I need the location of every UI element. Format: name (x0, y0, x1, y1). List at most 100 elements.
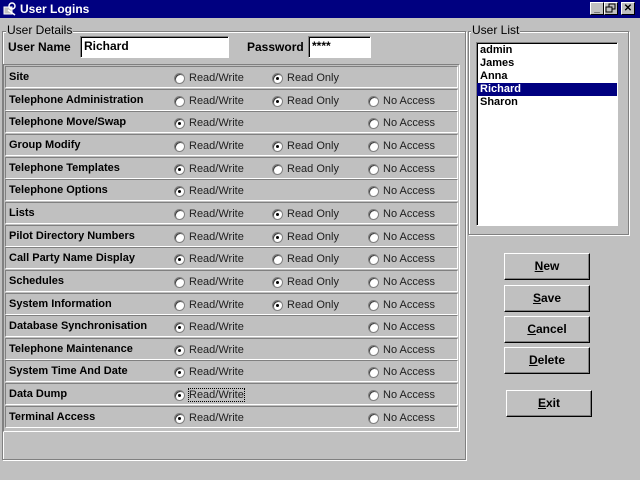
radio-circle-icon (174, 321, 185, 333)
radio-read-write[interactable]: Read/Write (174, 162, 244, 176)
radio-no-access[interactable]: No Access (368, 298, 435, 312)
save-button[interactable]: Save (504, 285, 590, 312)
radio-no-access[interactable]: No Access (368, 162, 435, 176)
radio-circle-icon (368, 140, 379, 152)
permission-label: Database Synchronisation (9, 320, 148, 332)
user-list-item[interactable]: Richard (477, 83, 617, 96)
radio-read-write[interactable]: Read/Write (174, 230, 244, 244)
radio-no-access[interactable]: No Access (368, 275, 435, 289)
radio-read-write[interactable]: Read/Write (174, 365, 244, 379)
permission-row: Group Modify Read/Write Read Only No Access (5, 134, 458, 156)
permission-row: Lists Read/Write Read Only No Access (5, 202, 458, 224)
permission-label: System Time And Date (9, 365, 128, 377)
user-list-item[interactable]: Sharon (477, 96, 617, 109)
radio-read-write[interactable]: Read/Write (174, 298, 244, 312)
radio-circle-icon (368, 389, 379, 401)
radio-label: Read/Write (189, 208, 244, 220)
radio-circle-icon (174, 185, 185, 197)
radio-read-write[interactable]: Read/Write (174, 71, 244, 85)
cancel-button[interactable]: Cancel (504, 316, 590, 343)
radio-read-only[interactable]: Read Only (272, 139, 339, 153)
radio-circle-icon (368, 321, 379, 333)
radio-read-write[interactable]: Read/Write (174, 275, 244, 289)
minimize-button[interactable]: _ (590, 2, 604, 15)
permission-label: Group Modify (9, 139, 81, 151)
user-list-item[interactable]: James (477, 57, 617, 70)
user-list-item[interactable]: Anna (477, 70, 617, 83)
radio-no-access[interactable]: No Access (368, 94, 435, 108)
radio-label: Read/Write (189, 95, 244, 107)
permission-row: Telephone Maintenance Read/Write No Access (5, 338, 458, 360)
radio-read-write[interactable]: Read/Write (174, 207, 244, 221)
permission-row: System Information Read/Write Read Only No … (5, 293, 458, 315)
restore-button[interactable] (604, 2, 618, 15)
permission-label: Telephone Move/Swap (9, 116, 127, 128)
radio-no-access[interactable]: No Access (368, 320, 435, 334)
radio-no-access[interactable]: No Access (368, 230, 435, 244)
radio-read-write[interactable]: Read/Write (174, 184, 244, 198)
radio-read-only[interactable]: Read Only (272, 94, 339, 108)
radio-no-access[interactable]: No Access (368, 365, 435, 379)
radio-label: Read/Write (189, 117, 244, 129)
radio-read-only[interactable]: Read Only (272, 71, 339, 85)
radio-read-write[interactable]: Read/Write (174, 116, 244, 130)
radio-read-only[interactable]: Read Only (272, 275, 339, 289)
password-input[interactable]: **** (308, 36, 371, 58)
radio-no-access[interactable]: No Access (368, 184, 435, 198)
radio-no-access[interactable]: No Access (368, 388, 435, 402)
delete-button[interactable]: Delete (504, 347, 590, 374)
radio-read-write[interactable]: Read/Write (174, 343, 244, 357)
radio-read-write[interactable]: Read/Write (174, 252, 244, 266)
radio-circle-icon (272, 163, 283, 175)
user-list-label: User List (471, 23, 521, 37)
radio-no-access[interactable]: No Access (368, 252, 435, 266)
radio-label: Read/Write (189, 163, 244, 175)
radio-no-access[interactable]: No Access (368, 343, 435, 357)
exit-button[interactable]: Exit (506, 390, 592, 417)
radio-circle-icon (368, 276, 379, 288)
radio-circle-icon (368, 412, 379, 424)
permission-label: System Information (9, 298, 112, 310)
radio-no-access[interactable]: No Access (368, 411, 435, 425)
radio-read-only[interactable]: Read Only (272, 230, 339, 244)
title-bar[interactable]: User Logins _ ✕ (0, 0, 640, 18)
radio-label: Read Only (287, 95, 339, 107)
radio-read-only[interactable]: Read Only (272, 252, 339, 266)
user-list-item[interactable]: admin (477, 44, 617, 57)
radio-read-only[interactable]: Read Only (272, 298, 339, 312)
permission-row: Terminal Access Read/Write No Access (5, 406, 458, 428)
radio-circle-icon (272, 231, 283, 243)
radio-label: Read/Write (188, 388, 245, 402)
radio-label: Read/Write (189, 276, 244, 288)
radio-label: Read/Write (189, 321, 244, 333)
radio-label: No Access (383, 95, 435, 107)
radio-read-only[interactable]: Read Only (272, 162, 339, 176)
radio-no-access[interactable]: No Access (368, 207, 435, 221)
radio-label: No Access (383, 163, 435, 175)
radio-label: No Access (383, 140, 435, 152)
new-button[interactable]: New (504, 253, 590, 280)
restore-icon (605, 3, 616, 13)
radio-read-write[interactable]: Read/Write (174, 320, 244, 334)
radio-label: Read/Write (189, 231, 244, 243)
radio-no-access[interactable]: No Access (368, 116, 435, 130)
permission-label: Telephone Templates (9, 162, 120, 174)
radio-circle-icon (174, 253, 185, 265)
radio-no-access[interactable]: No Access (368, 139, 435, 153)
radio-circle-icon (174, 208, 185, 220)
radio-circle-icon (272, 276, 283, 288)
radio-circle-icon (174, 231, 185, 243)
radio-read-write[interactable]: Read/Write (174, 94, 244, 108)
radio-label: No Access (383, 117, 435, 129)
user-listbox[interactable]: admin James Anna Richard Sharon (476, 42, 618, 226)
radio-read-write[interactable]: Read/Write (174, 388, 245, 402)
radio-read-write[interactable]: Read/Write (174, 411, 244, 425)
radio-circle-icon (368, 344, 379, 356)
permission-row: Telephone Move/Swap Read/Write No Access (5, 111, 458, 133)
user-name-input[interactable]: Richard (80, 36, 229, 58)
radio-label: Read Only (287, 253, 339, 265)
radio-read-write[interactable]: Read/Write (174, 139, 244, 153)
close-button[interactable]: ✕ (621, 2, 635, 15)
radio-circle-icon (174, 95, 185, 107)
radio-read-only[interactable]: Read Only (272, 207, 339, 221)
